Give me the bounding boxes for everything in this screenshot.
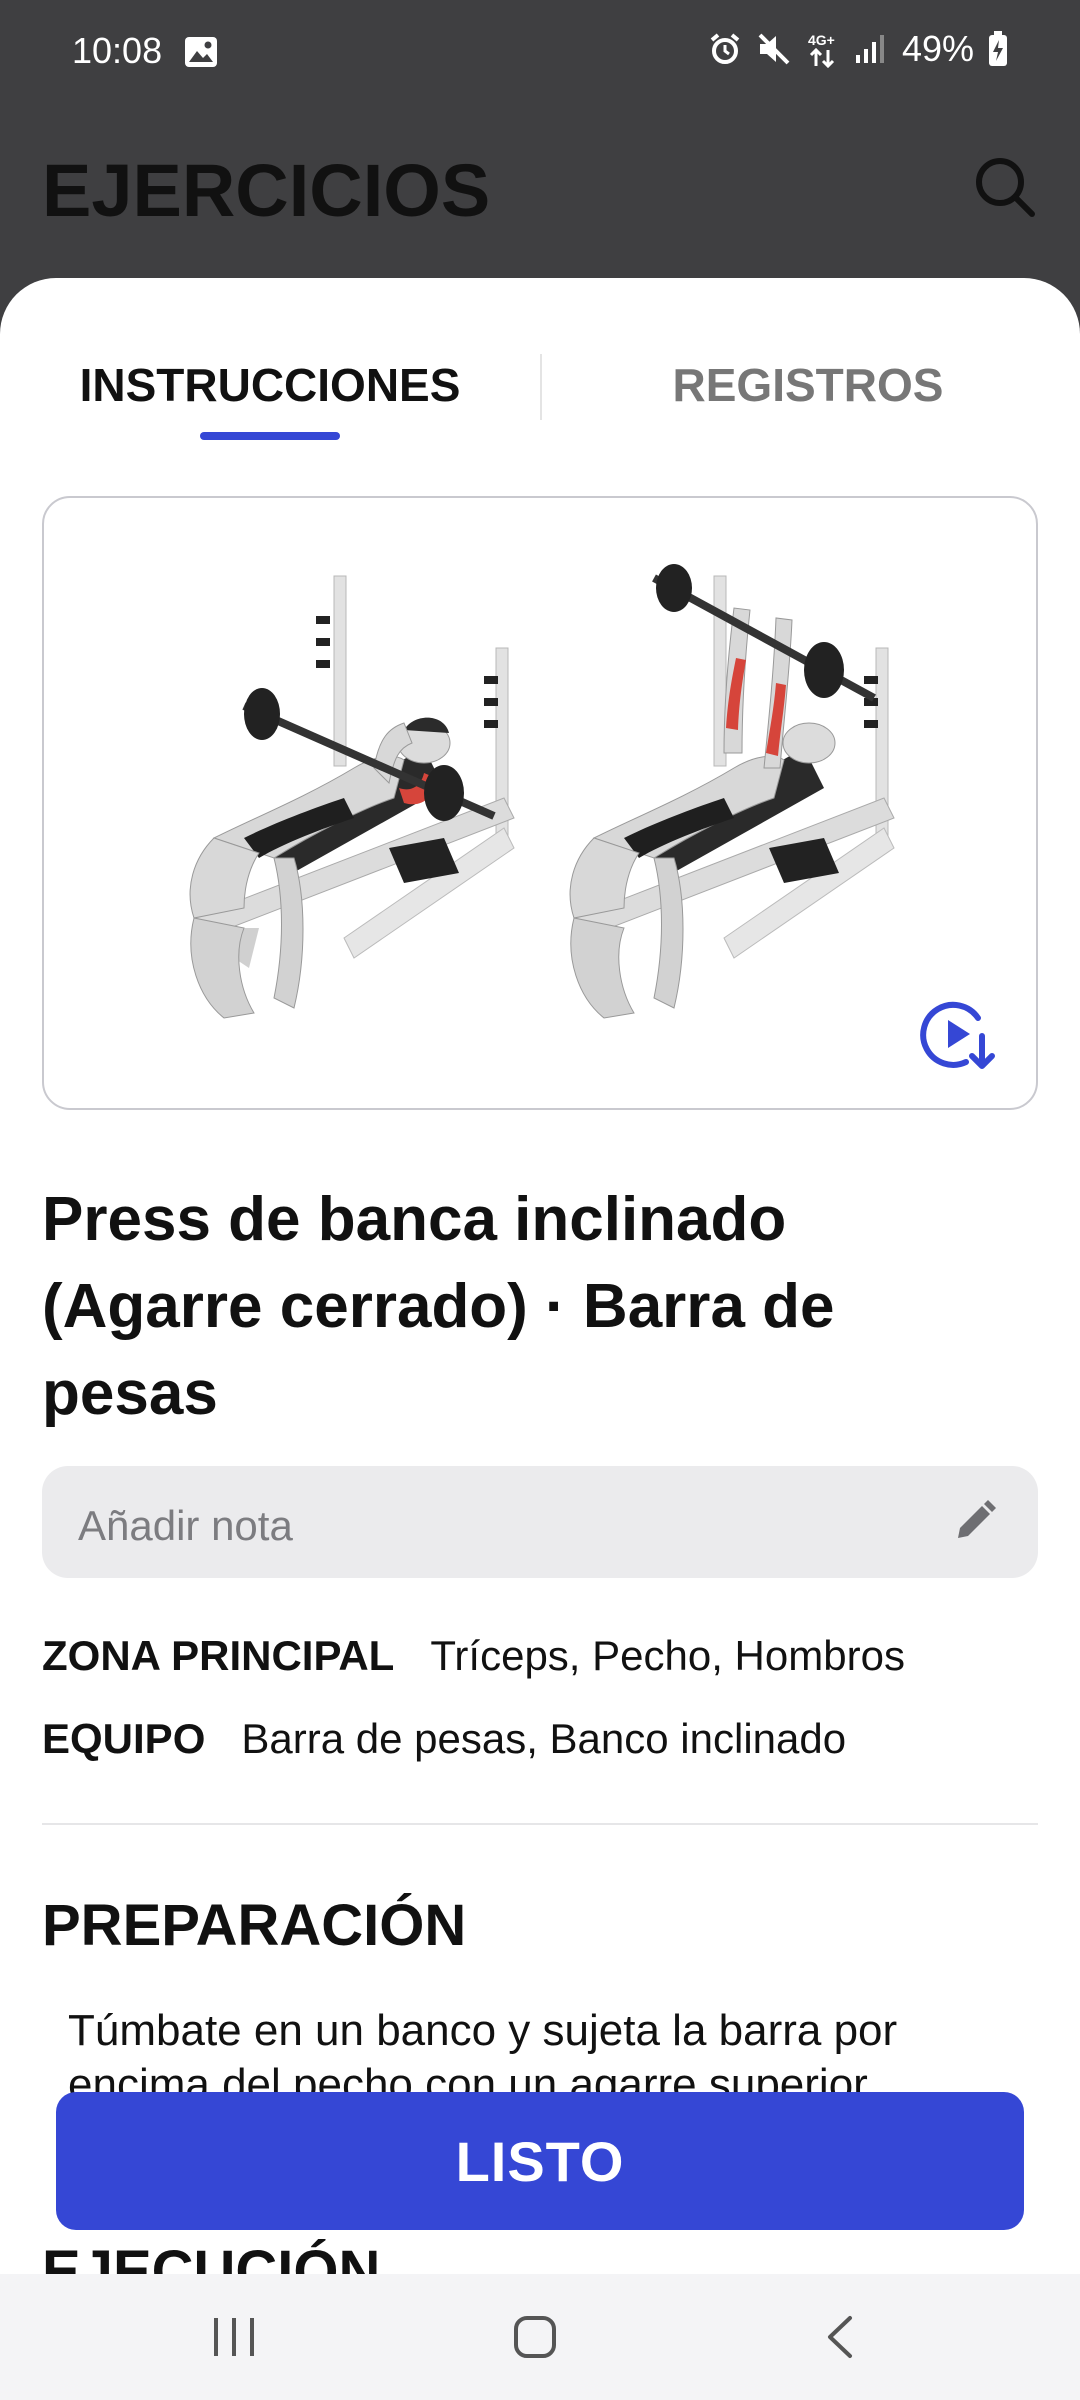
primary-zone-row: ZONA PRINCIPAL Tríceps, Pecho, Hombros xyxy=(42,1632,905,1680)
gallery-notification-icon xyxy=(185,37,217,67)
primary-zone-value: Tríceps, Pecho, Hombros xyxy=(430,1632,905,1679)
battery-charging-icon xyxy=(989,31,1007,66)
exercise-title-line: Press de banca inclinado xyxy=(42,1185,787,1254)
battery-percent: 49% xyxy=(901,28,974,69)
exercise-title-line: pesas xyxy=(42,1359,218,1428)
svg-text:4G+: 4G+ xyxy=(808,32,835,48)
mute-icon xyxy=(758,33,790,65)
pencil-icon[interactable] xyxy=(950,1498,998,1546)
status-icons: 4G+ 49% xyxy=(708,28,1008,70)
execution-heading: EJECUCIÓN xyxy=(42,2239,381,2278)
tab-records[interactable]: REGISTROS xyxy=(588,358,1028,412)
equipment-row: EQUIPO Barra de pesas, Banco inclinado xyxy=(42,1715,846,1763)
add-note-field[interactable]: Añadir nota xyxy=(42,1466,1038,1578)
recent-apps-icon[interactable] xyxy=(210,2314,258,2360)
back-icon[interactable] xyxy=(820,2314,860,2360)
exercise-title: Press de banca inclinado (Agarre cerrado… xyxy=(42,1176,1042,1437)
search-icon[interactable] xyxy=(972,154,1038,220)
figure-end-position xyxy=(569,564,895,1019)
exercise-title-line: (Agarre cerrado) · Barra de xyxy=(42,1272,835,1341)
tab-divider xyxy=(540,354,542,420)
system-nav-bar xyxy=(0,2274,1080,2400)
alarm-icon xyxy=(710,33,740,64)
network-4g-icon: 4G+ xyxy=(808,32,835,68)
tab-bar: INSTRUCCIONES REGISTROS xyxy=(0,278,1080,448)
status-bar: 10:08 4G+ 49% xyxy=(0,0,1080,110)
app-header: EJERCICIOS xyxy=(0,110,1080,280)
primary-zone-label: ZONA PRINCIPAL xyxy=(42,1632,395,1679)
exercise-illustration xyxy=(42,496,1038,1110)
figure-start-position xyxy=(189,575,515,1019)
done-button[interactable]: LISTO xyxy=(56,2092,1024,2230)
incline-bench-press-figure xyxy=(189,564,895,1019)
preparation-heading: PREPARACIÓN xyxy=(42,1893,467,1958)
play-video-download-icon[interactable] xyxy=(920,996,996,1072)
home-icon[interactable] xyxy=(512,2314,558,2360)
status-time: 10:08 xyxy=(72,30,163,71)
note-placeholder: Añadir nota xyxy=(78,1502,293,1549)
signal-icon xyxy=(855,35,884,63)
tab-instructions[interactable]: INSTRUCCIONES xyxy=(60,358,480,412)
exercise-sheet: INSTRUCCIONES REGISTROS Press de banca i… xyxy=(0,278,1080,2278)
page-title: EJERCICIOS xyxy=(42,149,491,232)
section-divider xyxy=(42,1823,1038,1825)
equipment-label: EQUIPO xyxy=(42,1715,206,1762)
active-tab-indicator xyxy=(200,432,340,440)
equipment-value: Barra de pesas, Banco inclinado xyxy=(241,1715,847,1762)
